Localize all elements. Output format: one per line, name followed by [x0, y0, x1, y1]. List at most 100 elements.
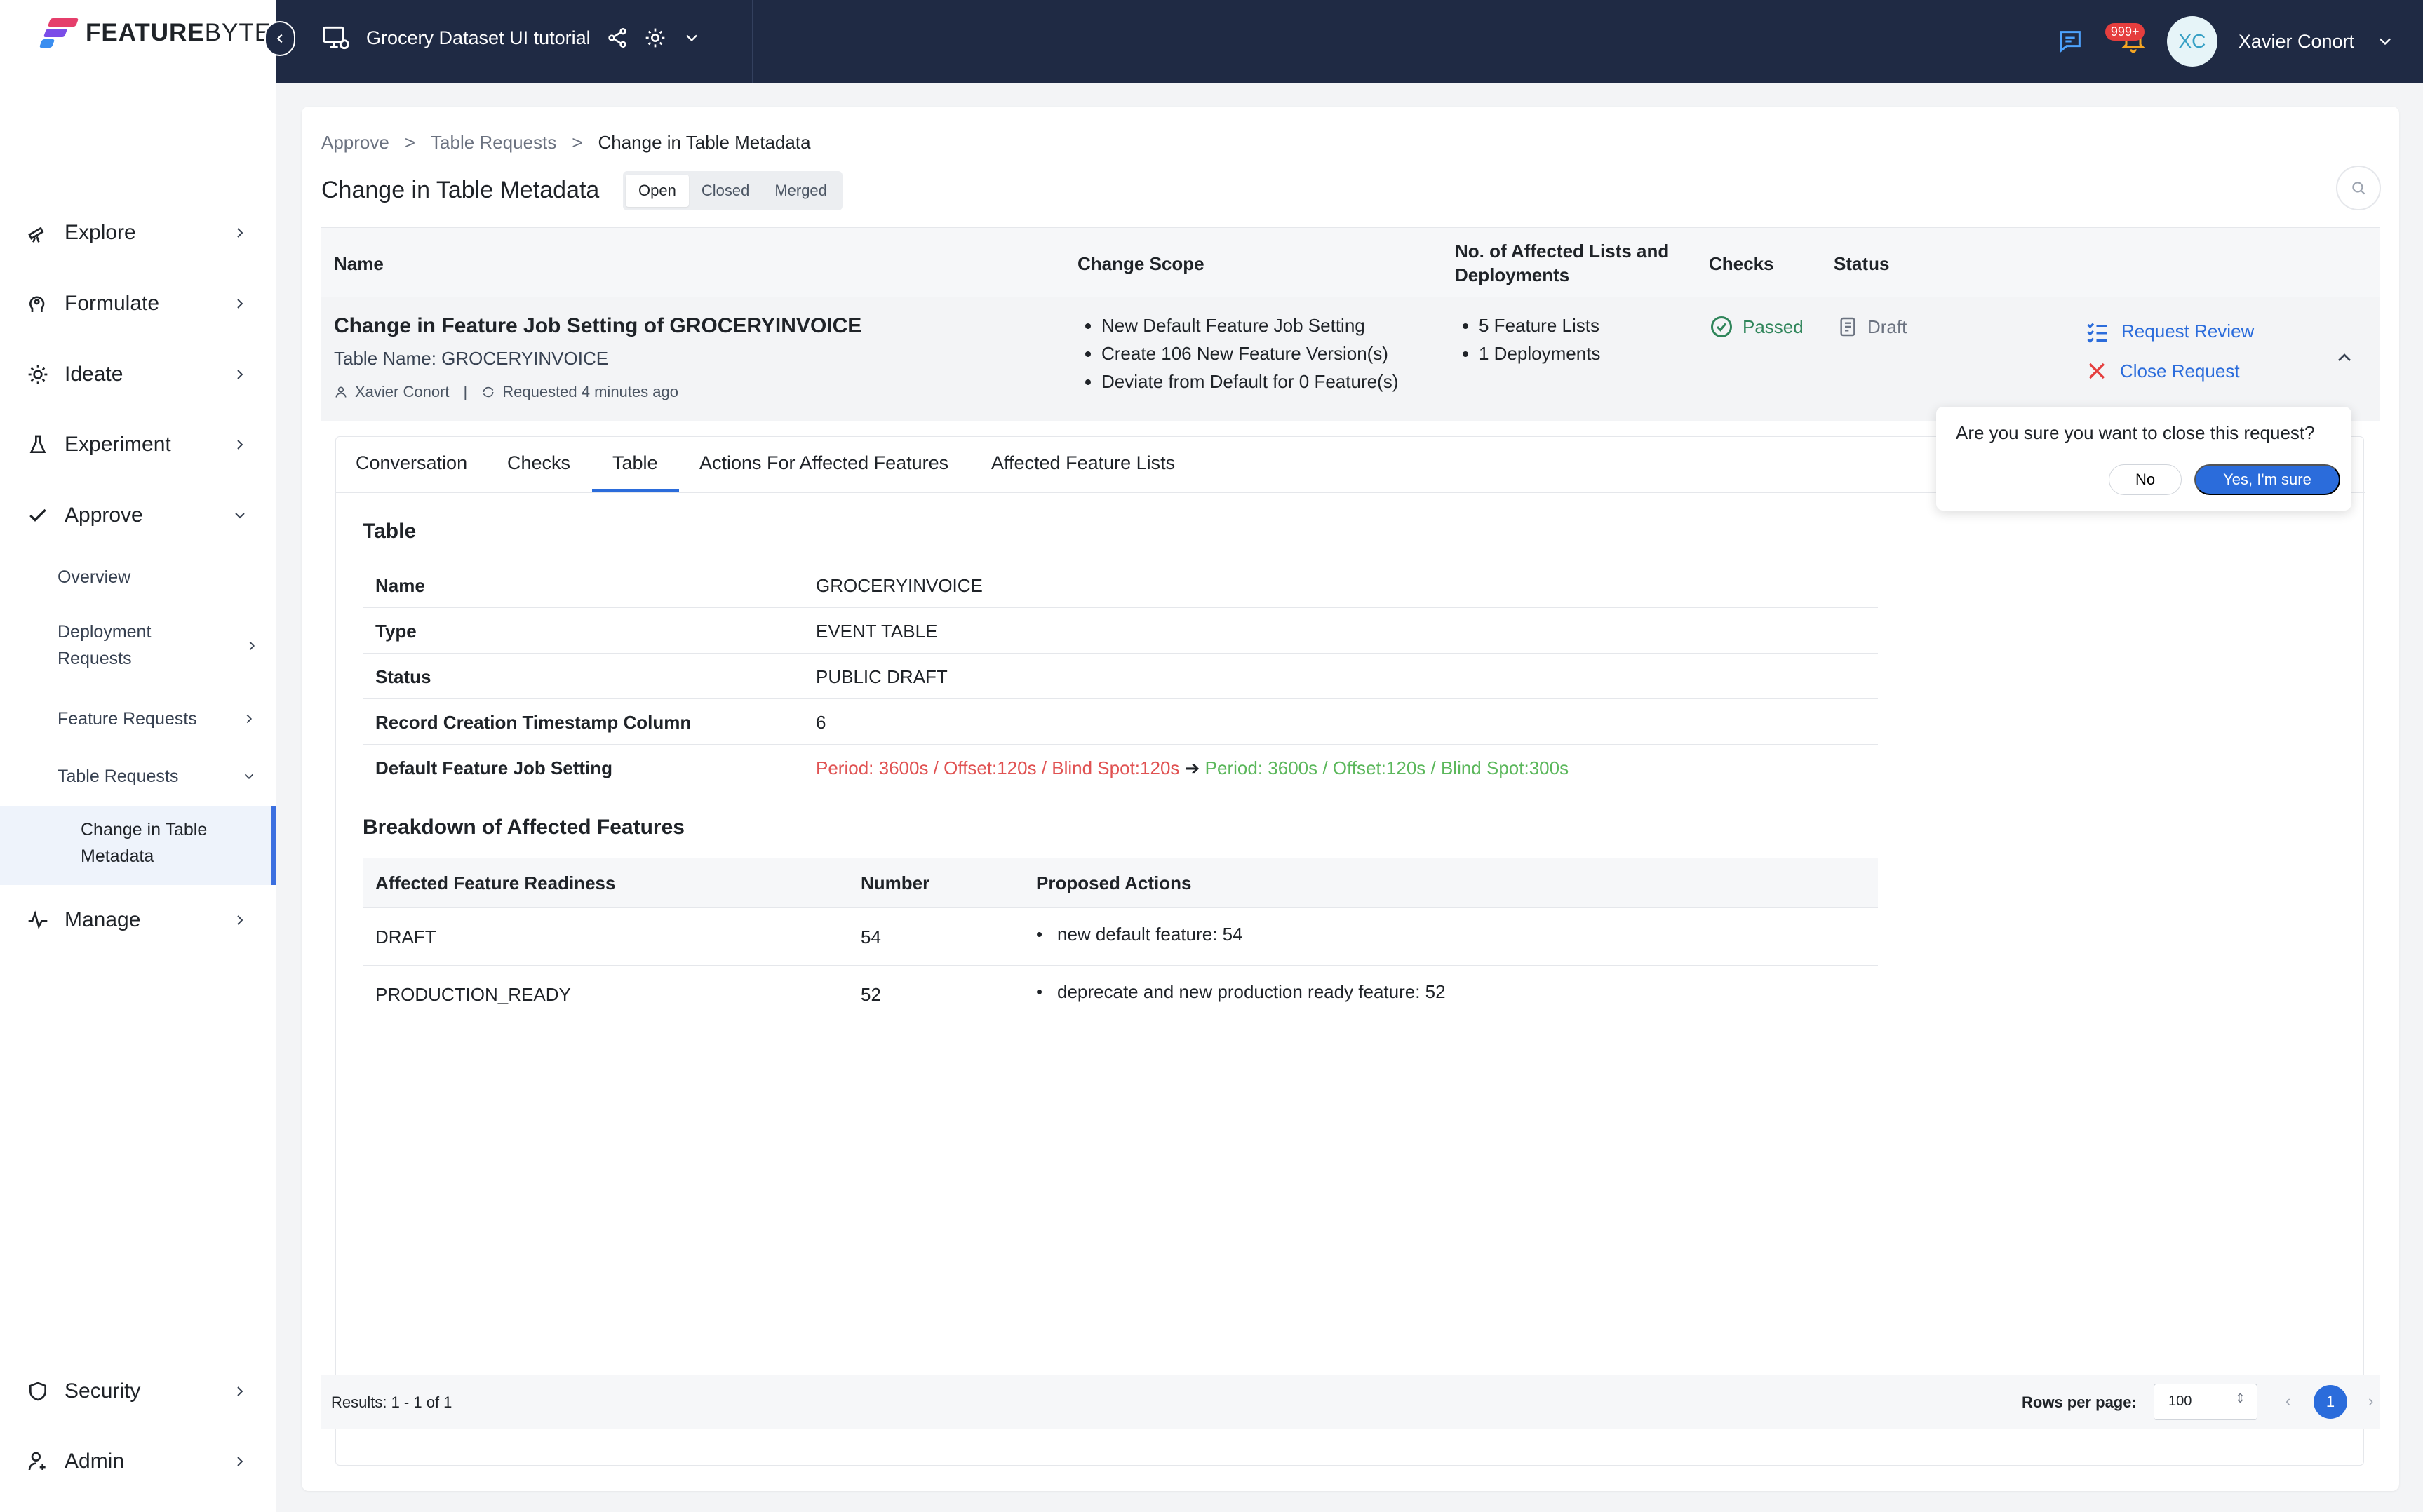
breadcrumb-approve[interactable]: Approve — [321, 132, 389, 154]
sidebar-item-ideate[interactable]: Ideate — [0, 353, 276, 396]
chevron-down-icon — [244, 774, 254, 780]
user-name[interactable]: Xavier Conort — [2239, 31, 2354, 53]
sidebar-sub-feature-requests[interactable]: Feature Requests — [0, 706, 276, 732]
brand-name: FEATUREBYTE — [86, 19, 272, 46]
status-filter: Open Closed Merged — [623, 171, 843, 210]
gear-icon[interactable] — [644, 27, 666, 49]
tab-affected-feature-lists[interactable]: Affected Feature Lists — [991, 452, 1175, 474]
rows-per-page-label: Rows per page: — [2022, 1393, 2137, 1411]
sidebar-sub-label: Feature Requests — [58, 709, 197, 729]
search-icon — [2352, 182, 2365, 195]
bullet: • — [1036, 924, 1043, 945]
topbar: Grocery Dataset UI tutorial 999+ XC Xavi… — [276, 0, 2423, 83]
topbar-right: 999+ XC Xavier Conort — [2056, 15, 2395, 67]
col-change-scope: Change Scope — [1078, 253, 1204, 274]
chevron-right-icon — [246, 714, 253, 724]
col-number: Number — [861, 872, 930, 893]
filter-merged[interactable]: Merged — [762, 175, 840, 207]
chevron-right-icon — [237, 299, 243, 309]
sidebar-sub-table-requests[interactable]: Table Requests — [0, 763, 276, 790]
chevron-down-icon[interactable] — [682, 28, 702, 48]
affected-list: 5 Feature Lists 1 Deployments — [1479, 311, 1600, 367]
checks-label: Passed — [1743, 316, 1804, 337]
bullet: • — [1036, 981, 1043, 1002]
project-name: Grocery Dataset UI tutorial — [366, 27, 591, 48]
tab-actions-for-affected-features[interactable]: Actions For Affected Features — [699, 452, 948, 474]
tab-table[interactable]: Table — [612, 452, 658, 474]
chevron-down-icon[interactable] — [2375, 32, 2395, 51]
close-request-confirm: Are you sure you want to close this requ… — [1936, 407, 2351, 511]
chevron-right-icon — [237, 915, 243, 925]
property-row: Record Creation Timestamp Column 6 — [363, 698, 1878, 744]
share-icon[interactable] — [606, 27, 629, 49]
confirm-no-button[interactable]: No — [2109, 464, 2182, 495]
sort-arrows-icon: ⇕ — [2234, 1391, 2246, 1405]
chevron-right-icon — [237, 1457, 243, 1466]
meta-separator: | — [463, 383, 468, 400]
sidebar-item-experiment[interactable]: Experiment — [0, 424, 276, 466]
sidebar-sub-overview[interactable]: Overview — [0, 564, 276, 590]
project-selector[interactable]: Grocery Dataset UI tutorial — [320, 22, 702, 53]
sidebar-label: Explore — [65, 221, 136, 244]
refresh-icon — [483, 386, 494, 398]
check-icon — [25, 503, 51, 528]
close-icon — [2088, 363, 2105, 379]
avatar[interactable]: XC — [2166, 16, 2217, 67]
sidebar-item-approve[interactable]: Approve — [0, 494, 276, 536]
head-icon — [25, 291, 51, 316]
table-row[interactable]: Change in Feature Job Setting of GROCERY… — [321, 297, 2380, 421]
sidebar-sub-label: Table Requests — [58, 767, 179, 786]
tab-conversation[interactable]: Conversation — [356, 452, 467, 474]
request-review-button[interactable]: Request Review — [2085, 318, 2254, 344]
list-item: 5 Feature Lists — [1479, 311, 1600, 339]
chevron-left-icon — [276, 34, 283, 43]
notifications[interactable]: 999+ — [2105, 22, 2147, 58]
sidebar-sub-label: Overview — [58, 567, 131, 587]
list-item: Deviate from Default for 0 Feature(s) — [1101, 367, 1398, 396]
tab-checks[interactable]: Checks — [507, 452, 570, 474]
prev-page-button[interactable]: ‹ — [2286, 1392, 2290, 1410]
number-value: 52 — [861, 984, 881, 1005]
chevron-down-icon — [235, 513, 245, 519]
requests-table-header: Name Change Scope No. of Affected Lists … — [321, 227, 2380, 297]
brand-logo[interactable]: FEATUREBYTE — [39, 15, 271, 50]
property-key: Status — [375, 666, 431, 687]
breadcrumb-table-requests[interactable]: Table Requests — [431, 132, 556, 154]
new-job-setting: Period: 3600s / Offset:120s / Blind Spot… — [1204, 757, 1569, 778]
search-button[interactable] — [2336, 166, 2381, 210]
sidebar-item-manage[interactable]: Manage — [0, 899, 276, 941]
sidebar-item-formulate[interactable]: Formulate — [0, 283, 276, 325]
col-status: Status — [1834, 253, 1890, 274]
sidebar-sub-change-in-table-metadata[interactable]: Change in Table Metadata — [0, 806, 276, 885]
request-name[interactable]: Change in Feature Job Setting of GROCERY… — [334, 314, 861, 338]
breakdown-table-header: Affected Feature Readiness Number Propos… — [363, 858, 1878, 908]
chevron-right-icon — [237, 1386, 243, 1396]
close-request-button[interactable]: Close Request — [2085, 359, 2240, 383]
sidebar-collapse-button[interactable] — [264, 21, 295, 56]
readiness-value: PRODUCTION_READY — [375, 984, 571, 1005]
sidebar-item-security[interactable]: Security — [0, 1370, 276, 1412]
sidebar-item-admin[interactable]: Admin — [0, 1440, 276, 1483]
filter-closed[interactable]: Closed — [689, 175, 762, 207]
property-row: Type EVENT TABLE — [363, 607, 1878, 653]
sidebar-active-label: Change in Table Metadata — [81, 820, 208, 866]
property-key: Default Feature Job Setting — [375, 757, 613, 778]
breadcrumb: Approve > Table Requests > Change in Tab… — [321, 132, 811, 154]
bulb-icon — [25, 362, 51, 387]
col-checks: Checks — [1709, 253, 1774, 274]
chevron-right-icon — [249, 641, 255, 651]
readiness-value: DRAFT — [375, 926, 436, 947]
sidebar-sub-deployment-requests[interactable]: Deployment Requests — [0, 619, 210, 672]
next-page-button[interactable]: › — [2368, 1392, 2373, 1410]
rows-per-page-select[interactable]: 100 ⇕ — [2154, 1384, 2257, 1420]
request-status: Draft — [1837, 314, 1907, 339]
chat-icon[interactable] — [2056, 27, 2084, 55]
flask-icon — [25, 432, 51, 457]
current-page-button[interactable]: 1 — [2314, 1385, 2347, 1419]
filter-open[interactable]: Open — [626, 175, 689, 207]
sidebar-item-explore[interactable]: Explore — [0, 212, 276, 254]
confirm-yes-button[interactable]: Yes, I'm sure — [2194, 464, 2340, 495]
col-proposed-actions: Proposed Actions — [1036, 872, 1192, 893]
featurebyte-logo-icon — [39, 15, 79, 50]
chevron-up-icon[interactable] — [2333, 346, 2356, 369]
